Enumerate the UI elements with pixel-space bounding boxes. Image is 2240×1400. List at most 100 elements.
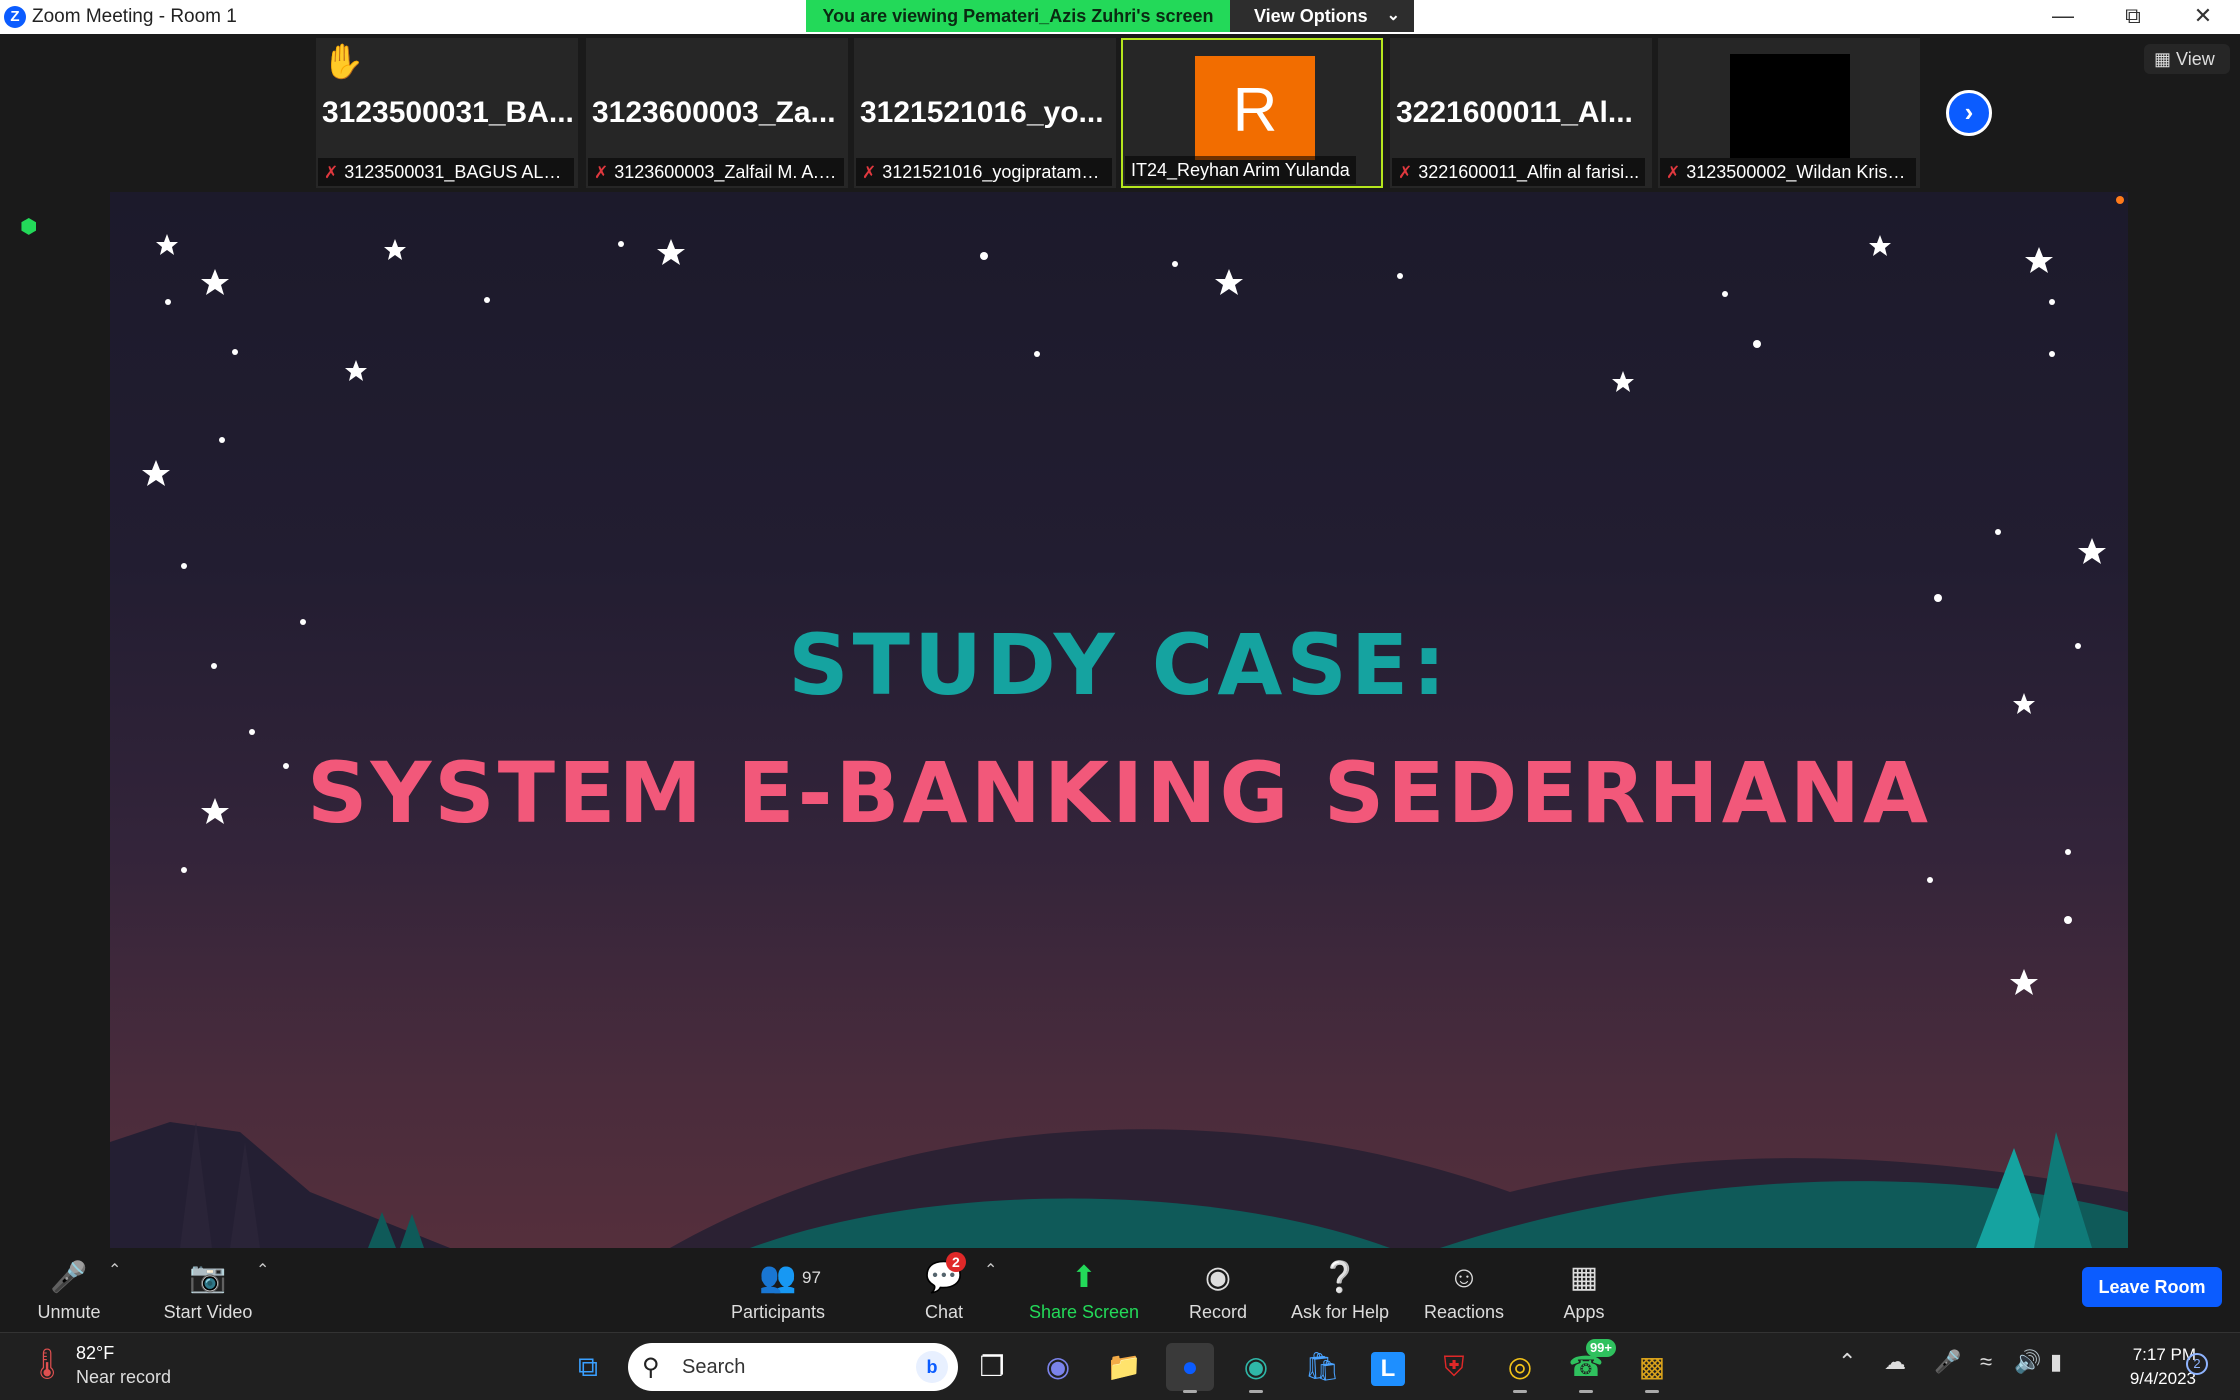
share-screen-icon: ⬆ bbox=[1071, 1261, 1097, 1294]
chrome-icon: ◎ bbox=[1507, 1351, 1533, 1382]
chevron-right-icon: › bbox=[1964, 97, 1974, 127]
mic-muted-icon: ✗ bbox=[1398, 163, 1413, 182]
participant-display-name: 3121521016_yo... bbox=[860, 96, 1104, 129]
participant-tile[interactable]: ✗ 3123500002_Wildan Krisn... bbox=[1658, 38, 1920, 188]
avatar: R bbox=[1195, 56, 1315, 160]
app-button[interactable]: ▩ bbox=[1628, 1343, 1676, 1393]
participants-button[interactable]: 👥 97 Participants bbox=[722, 1248, 834, 1332]
edge-button[interactable]: ◉ bbox=[1232, 1343, 1280, 1393]
search-icon: ⚲ bbox=[642, 1354, 660, 1381]
participant-tile[interactable]: 3123600003_Za... ✗ 3123600003_Zalfail M. … bbox=[586, 38, 848, 188]
restore-button[interactable]: ⧉ bbox=[2098, 0, 2168, 34]
bing-icon[interactable]: b bbox=[916, 1351, 948, 1383]
microphone-icon[interactable]: 🎤 bbox=[1934, 1349, 1961, 1375]
chevron-up-icon: ⌃ bbox=[1838, 1349, 1857, 1374]
video-feed bbox=[1730, 54, 1850, 158]
viewing-banner: You are viewing Pemateri_Azis Zuhri's sc… bbox=[806, 0, 1230, 32]
clock-time: 7:17 PM bbox=[2132, 1345, 2196, 1364]
zoom-logo-icon: Z bbox=[4, 6, 26, 28]
close-button[interactable]: ✕ bbox=[2168, 0, 2238, 34]
file-explorer-button[interactable]: 📁 bbox=[1100, 1343, 1148, 1391]
chat-label: Chat bbox=[924, 1302, 964, 1322]
apps-button[interactable]: ▦ Apps bbox=[1548, 1248, 1620, 1332]
caret-up-icon: ⌃ bbox=[256, 1262, 270, 1279]
whatsapp-button[interactable]: ☎ 99+ bbox=[1562, 1339, 1616, 1393]
weather-temperature[interactable]: 82°F bbox=[76, 1343, 114, 1364]
windows-taskbar: 🌡 82°F Near record ⧉ ⚲ Search b ❐ ◉ 📁 ● … bbox=[0, 1332, 2240, 1400]
mic-muted-icon: ✗ bbox=[862, 163, 877, 182]
l-app-button[interactable]: L bbox=[1364, 1343, 1412, 1391]
mcafee-icon: ⛨ bbox=[1443, 1351, 1465, 1382]
task-view-button[interactable]: ❐ bbox=[968, 1343, 1016, 1391]
volume-icon[interactable]: 🔊 bbox=[2014, 1349, 2041, 1375]
recording-indicator-dot bbox=[2116, 196, 2124, 204]
participant-display-name: 3123600003_Za... bbox=[592, 96, 836, 129]
record-label: Record bbox=[1188, 1302, 1248, 1322]
show-hidden-icons-button[interactable]: ⌃ bbox=[1838, 1349, 1856, 1375]
chat-button[interactable]: 💬 2 Chat bbox=[896, 1248, 992, 1332]
weather-description[interactable]: Near record bbox=[76, 1367, 171, 1388]
participant-tile-active-speaker[interactable]: R IT24_Reyhan Arim Yulanda bbox=[1121, 38, 1383, 188]
store-button[interactable]: 🛍 bbox=[1298, 1343, 1346, 1391]
thermometer-icon[interactable]: 🌡 bbox=[28, 1347, 66, 1382]
share-screen-button[interactable]: ⬆ Share Screen bbox=[1022, 1248, 1146, 1332]
chat-icon: 💬 bbox=[925, 1261, 963, 1294]
participant-label: ✗ 3123600003_Zalfail M. A._1 bbox=[588, 158, 844, 186]
chevron-down-icon: ⌄ bbox=[1386, 7, 1400, 24]
view-button-label: View bbox=[2176, 49, 2215, 69]
chat-options-caret[interactable]: ⌃ bbox=[980, 1248, 1006, 1332]
slide-title: SYSTEM E-BANKING SEDERHANA bbox=[306, 744, 1932, 842]
ask-for-help-label: Ask for Help bbox=[1290, 1302, 1390, 1322]
view-options-label: View Options bbox=[1254, 6, 1368, 26]
ask-for-help-button[interactable]: ❔ Ask for Help bbox=[1282, 1248, 1398, 1332]
participant-tile[interactable]: 3121521016_yo... ✗ 3121521016_yogipratama… bbox=[854, 38, 1116, 188]
participant-tile[interactable]: ✋ 3123500031_BA... ✗ 3123500031_BAGUS ALF… bbox=[316, 38, 578, 188]
caret-up-icon: ⌃ bbox=[108, 1262, 122, 1279]
store-icon: 🛍 bbox=[1304, 1351, 1340, 1382]
chrome-button[interactable]: ◎ bbox=[1496, 1343, 1544, 1393]
stars-decoration bbox=[142, 234, 2106, 995]
teams-chat-button[interactable]: ◉ bbox=[1034, 1343, 1082, 1391]
participant-label: ✗ 3123500002_Wildan Krisn... bbox=[1660, 158, 1916, 186]
start-button[interactable]: ⧉ bbox=[564, 1343, 612, 1391]
mic-muted-icon: ✗ bbox=[1666, 163, 1681, 182]
security-shield-icon[interactable]: ⬢ bbox=[20, 214, 40, 238]
participant-name: 3121521016_yogipratama... bbox=[882, 162, 1107, 182]
record-button[interactable]: ◉ Record bbox=[1178, 1248, 1258, 1332]
participant-name: 3123500002_Wildan Krisn... bbox=[1686, 162, 1913, 182]
battery-icon[interactable]: ▮ bbox=[2050, 1349, 2062, 1375]
participant-label: IT24_Reyhan Arim Yulanda bbox=[1125, 156, 1356, 184]
video-options-caret[interactable]: ⌃ bbox=[252, 1248, 278, 1332]
notification-badge[interactable]: 2 bbox=[2186, 1353, 2208, 1375]
l-app-icon: L bbox=[1371, 1352, 1405, 1386]
wifi-icon[interactable]: ≈ bbox=[1980, 1349, 1992, 1375]
participant-label: ✗ 3221600011_Alfin al farisi... bbox=[1392, 158, 1646, 186]
participant-tile[interactable]: 3221600011_Al... ✗ 3221600011_Alfin al fa… bbox=[1390, 38, 1652, 188]
start-video-button[interactable]: 📷 Start Video bbox=[150, 1248, 266, 1332]
onedrive-icon[interactable]: ☁ bbox=[1884, 1349, 1906, 1375]
edge-icon: ◉ bbox=[1243, 1351, 1269, 1382]
audio-options-caret[interactable]: ⌃ bbox=[104, 1248, 130, 1332]
participants-count: 97 bbox=[802, 1268, 821, 1287]
clock-date: 9/4/2023 bbox=[2129, 1369, 2196, 1388]
participant-name: 3123500031_BAGUS ALFI... bbox=[344, 162, 574, 182]
taskbar-clock[interactable]: 7:17 PM 9/4/2023 bbox=[2102, 1343, 2196, 1391]
taskbar-search[interactable]: ⚲ Search b bbox=[628, 1343, 958, 1391]
start-video-label: Start Video bbox=[163, 1302, 253, 1322]
next-page-button[interactable]: › bbox=[1946, 90, 1992, 136]
participant-display-name: 3123500031_BA... bbox=[322, 96, 574, 129]
view-button[interactable]: ▦ View bbox=[2144, 44, 2230, 74]
share-screen-label: Share Screen bbox=[1028, 1302, 1140, 1322]
reactions-label: Reactions bbox=[1423, 1302, 1505, 1322]
zoom-taskbar-button[interactable]: ● bbox=[1166, 1343, 1214, 1393]
leave-room-button[interactable]: Leave Room bbox=[2082, 1267, 2222, 1307]
reactions-button[interactable]: ☺ Reactions bbox=[1418, 1248, 1510, 1332]
participant-label: ✗ 3123500031_BAGUS ALFI... bbox=[318, 158, 574, 186]
mcafee-button[interactable]: ⛨ bbox=[1430, 1343, 1478, 1391]
folder-icon: 📁 bbox=[1106, 1351, 1142, 1382]
record-icon: ◉ bbox=[1204, 1261, 1232, 1294]
mic-muted-icon: ✗ bbox=[324, 163, 339, 182]
minimize-button[interactable]: — bbox=[2028, 0, 2098, 34]
view-options-button[interactable]: View Options ⌄ bbox=[1230, 0, 1414, 32]
video-off-icon: 📷 bbox=[189, 1261, 227, 1294]
